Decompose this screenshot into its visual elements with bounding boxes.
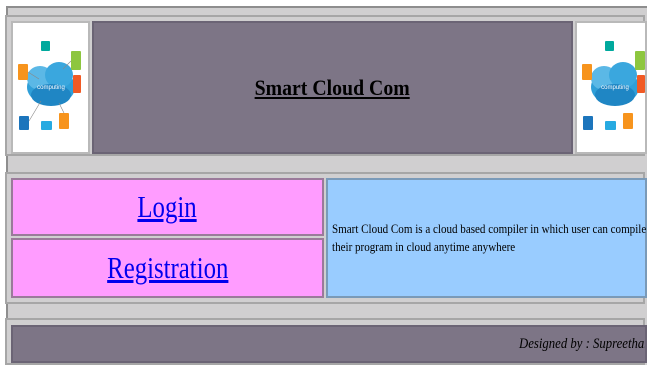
logo-left-cell: computing (11, 21, 90, 154)
login-link[interactable]: Login (138, 189, 197, 225)
page-title: Smart Cloud Com (254, 74, 411, 100)
description-cell: Smart Cloud Com is a cloud based compile… (326, 178, 647, 298)
svg-text:computing: computing (601, 85, 629, 91)
footer-credit: Designed by : Supreetha.B (518, 335, 647, 352)
cloud-computing-logo-icon: computing (18, 41, 81, 130)
description-text: Smart Cloud Com is a cloud based compile… (332, 221, 647, 254)
footer-bar: Designed by : Supreetha.B (11, 325, 647, 363)
nav-cell-registration: Registration (11, 238, 324, 298)
logo-right-cell: computing (575, 21, 647, 154)
header-title-cell: Smart Cloud Com (92, 21, 573, 154)
header-table: computing Smart Cloud Com computing (5, 15, 647, 156)
cloud-computing-logo-icon: computing (582, 41, 645, 130)
registration-link[interactable]: Registration (107, 250, 228, 286)
content-table: Login Registration Smart Cloud Com is a … (5, 172, 647, 304)
nav-cell-login: Login (11, 178, 324, 236)
footer-table: Designed by : Supreetha.B (5, 318, 647, 365)
svg-text:computing: computing (37, 85, 65, 91)
